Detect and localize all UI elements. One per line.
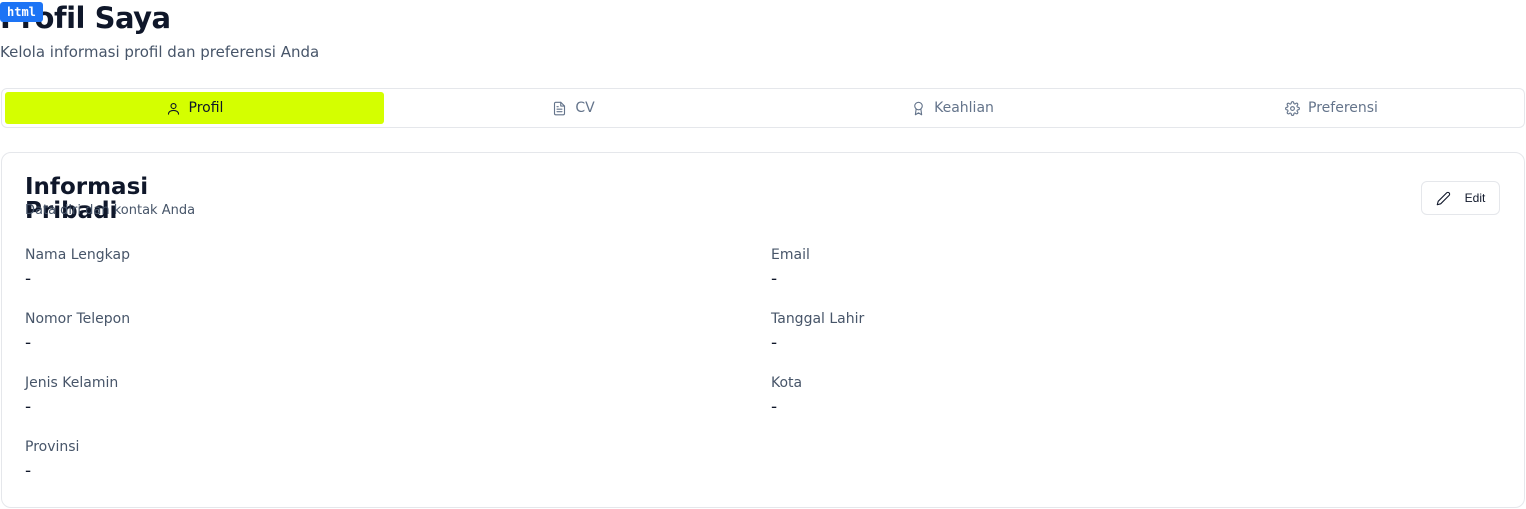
award-icon [914, 101, 923, 115]
field-label: Email [771, 247, 810, 263]
tab-preferensi[interactable]: Preferensi [1142, 92, 1521, 124]
field-jenis-kelamin: Jenis Kelamin - [25, 373, 625, 419]
field-value: - [771, 269, 778, 289]
field-label: Tanggal Lahir [771, 311, 865, 327]
field-value: - [771, 333, 778, 353]
edit-label: Edit [1464, 191, 1486, 205]
edit-button[interactable]: Edit [1421, 181, 1500, 215]
field-label: Provinsi [25, 439, 80, 455]
field-nomor-telepon: Nomor Telepon - [25, 309, 625, 355]
field-tanggal-lahir: Tanggal Lahir - [771, 309, 1371, 355]
file-text-icon [554, 101, 566, 115]
tab-profil[interactable]: Profil [5, 92, 384, 124]
field-value: - [25, 397, 32, 417]
field-label: Jenis Kelamin [25, 375, 119, 391]
field-kota: Kota - [771, 373, 1371, 419]
field-label: Nomor Telepon [25, 311, 131, 327]
profile-tabs: Profil CV Keahlian Preferensi [1, 88, 1525, 128]
tab-label: Preferensi [1308, 100, 1378, 116]
field-value: - [25, 333, 32, 353]
field-value: - [771, 397, 778, 417]
tab-cv[interactable]: CV [384, 92, 763, 124]
tab-label: CV [575, 100, 595, 116]
page-subtitle: Kelola informasi profil dan preferensi A… [0, 43, 320, 61]
tab-label: Profil [188, 100, 224, 116]
card-description: Data diri dan kontak Anda [25, 203, 196, 218]
field-value: - [25, 461, 32, 481]
pencil-icon [1436, 191, 1450, 205]
html-badge: html [0, 2, 43, 22]
field-nama-lengkap: Nama Lengkap - [25, 245, 625, 291]
field-label: Kota [771, 375, 803, 391]
tab-keahlian[interactable]: Keahlian [763, 92, 1142, 124]
field-email: Email - [771, 245, 1371, 291]
field-provinsi: Provinsi - [25, 437, 625, 483]
settings-icon [1285, 100, 1300, 116]
field-value: - [25, 269, 32, 289]
field-label: Nama Lengkap [25, 247, 130, 263]
user-icon [167, 102, 179, 115]
tab-label: Keahlian [934, 100, 994, 116]
personal-info-card: Informasi Pribadi Data diri dan kontak A… [1, 152, 1525, 508]
